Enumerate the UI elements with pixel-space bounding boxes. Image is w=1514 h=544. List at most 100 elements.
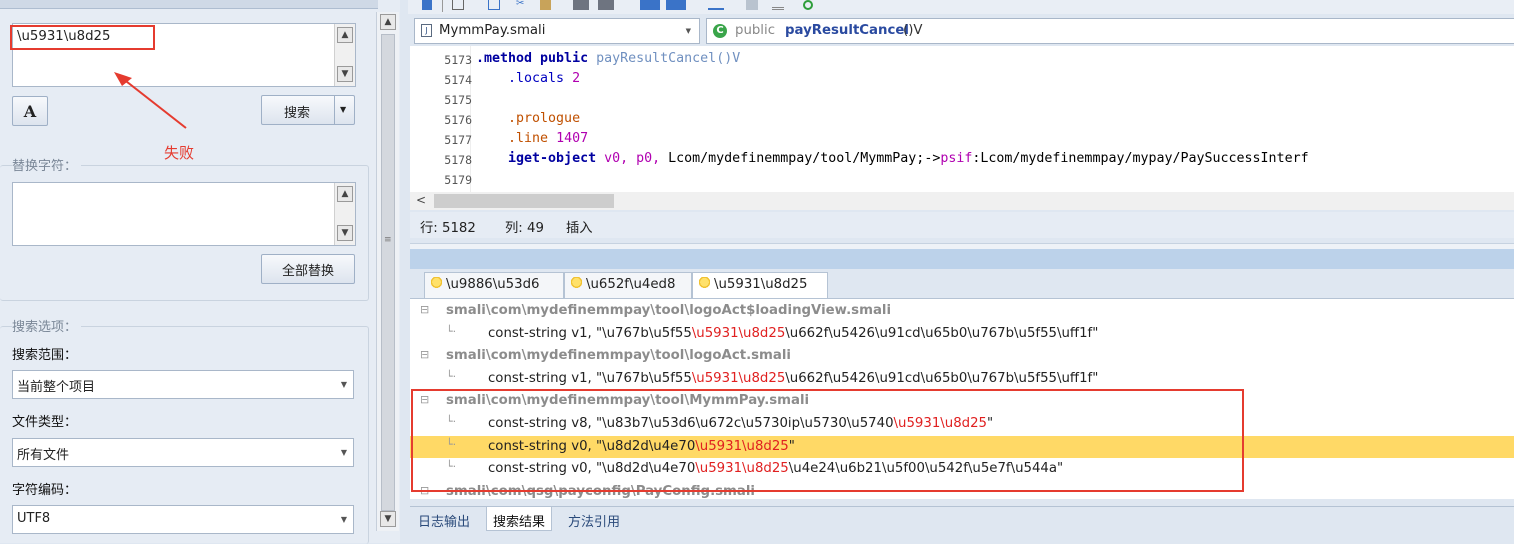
code-token: 1407 — [556, 131, 589, 146]
editor-hscrollbar[interactable]: < — [410, 192, 1514, 210]
context-text: \u662f\u5426\u91cd\u65b0\u767b\u5f55\uff… — [785, 370, 1099, 386]
code-token: .method public — [476, 51, 597, 66]
search-dropdown-icon[interactable]: ▼ — [340, 105, 346, 114]
file-icon: J — [421, 24, 432, 37]
code-token: :Lcom/mydefinemmpay/mypay/PaySuccessInte… — [972, 151, 1309, 166]
code-line: iget-object v0, p0, Lcom/mydefinemmpay/t… — [476, 151, 1309, 166]
highlight-box — [10, 25, 155, 50]
result-file-node[interactable]: ⊟ smali\com\mydefinemmpay\tool\logoAct$lo… — [410, 300, 1514, 322]
method-signature: ()V — [903, 23, 923, 38]
collapse-icon[interactable]: ⊟ — [420, 303, 429, 316]
scroll-left-icon[interactable]: < — [416, 193, 426, 207]
result-file-path: smali\com\mydefinemmpay\tool\logoAct$loa… — [446, 303, 892, 318]
result-file-node[interactable]: ⊟ smali\com\mydefinemmpay\tool\logoAct.sm… — [410, 345, 1514, 367]
context-text: const-string v1, "\u767b\u5f55 — [488, 325, 692, 341]
scope-select[interactable]: 当前整个项目 ▼ — [12, 370, 354, 399]
result-tab-2[interactable]: \u652f\u4ed8 — [564, 272, 692, 298]
search-panel: \u5931\u8d25 ▲ ▼ 失败 A 搜索 ▼ 替换字符： ▲ ▼ 全部替… — [0, 0, 400, 544]
undo-icon[interactable] — [573, 0, 589, 10]
font-icon[interactable]: A — [12, 96, 48, 126]
chevron-down-icon: ▼ — [340, 515, 347, 524]
back-icon[interactable] — [640, 0, 660, 10]
method-select[interactable]: C public payResultCancel ()V — [706, 18, 1514, 44]
result-hit-row[interactable]: └· const-string v1, "\u767b\u5f55\u5931\u… — [410, 323, 1514, 345]
tree-connector: └· — [446, 324, 457, 338]
method-modifier: public — [735, 23, 776, 38]
search-button[interactable]: 搜索 ▼ — [261, 95, 355, 125]
match-text: \u5931\u8d25 — [691, 325, 786, 341]
code-token: 2 — [572, 71, 581, 86]
tab-search-results[interactable]: 搜索结果 — [486, 507, 553, 531]
scroll-thumb[interactable]: ≡ — [381, 34, 395, 511]
results-header — [410, 249, 1514, 269]
scroll-up-icon[interactable]: ▲ — [337, 186, 353, 202]
replace-group-label: 替换字符： — [12, 155, 82, 174]
code-token: ()V — [716, 51, 741, 66]
encoding-select-value: UTF8 — [17, 511, 51, 526]
scope-select-value: 当前整个项目 — [17, 380, 96, 395]
result-tab-3[interactable]: \u5931\u8d25 — [692, 272, 828, 298]
result-hit-row[interactable]: └· const-string v1, "\u767b\u5f55\u5931\u… — [410, 368, 1514, 390]
code-line: .line 1407 — [476, 131, 588, 146]
status-col: 列: 49 — [505, 221, 544, 236]
tab-method-refs[interactable]: 方法引用 — [562, 507, 626, 531]
scroll-thumb[interactable] — [434, 194, 614, 208]
collapse-icon[interactable]: ⊟ — [420, 348, 429, 361]
replace-all-button[interactable]: 全部替换 — [261, 254, 355, 284]
scroll-down-icon[interactable]: ▼ — [380, 511, 396, 527]
paste-icon[interactable] — [540, 0, 551, 10]
match-text: \u5931\u8d25 — [691, 370, 786, 386]
line-number: 5179 — [444, 173, 472, 187]
context-text: const-string v1, "\u767b\u5f55 — [488, 370, 692, 386]
cut-icon[interactable]: ✂ — [516, 0, 530, 10]
public-method-icon: C — [713, 24, 727, 38]
tab-log[interactable]: 日志输出 — [412, 507, 476, 531]
line-number: 5174 — [444, 73, 472, 87]
scroll-up-icon[interactable]: ▲ — [337, 27, 353, 43]
result-file-path: smali\com\mydefinemmpay\tool\logoAct.sma… — [446, 348, 791, 364]
toolbar: ✂ — [408, 0, 1514, 14]
scroll-down-icon[interactable]: ▼ — [337, 66, 353, 82]
encoding-select[interactable]: UTF8 ▼ — [12, 505, 354, 534]
scope-label: 搜索范围： — [12, 348, 78, 363]
code-token: Lcom/mydefinemmpay/tool/MymmPay;-> — [668, 151, 941, 166]
align-icon[interactable] — [772, 0, 784, 10]
status-row: 行: 5182 — [420, 221, 476, 236]
lightbulb-icon — [699, 277, 710, 290]
panel-scrollbar[interactable]: ▲ ≡ ▼ — [376, 12, 399, 531]
scroll-up-icon[interactable]: ▲ — [380, 14, 396, 30]
wrap-icon[interactable] — [708, 0, 724, 10]
replace-input[interactable]: ▲ ▼ — [12, 182, 356, 246]
format-icon[interactable] — [746, 0, 758, 10]
forward-icon[interactable] — [666, 0, 686, 10]
annotation-label: 失败 — [164, 144, 195, 162]
status-mode: 插入 — [566, 221, 593, 236]
line-number: 5176 — [444, 113, 472, 127]
code-token: .line — [476, 131, 557, 146]
search-button-label: 搜索 — [284, 106, 311, 121]
lightbulb-icon — [431, 277, 442, 290]
save-icon[interactable] — [422, 0, 432, 10]
scroll-down-icon[interactable]: ▼ — [337, 225, 353, 241]
panel-tab-strip — [0, 0, 378, 9]
file-select-value: MymmPay.smali — [439, 23, 546, 38]
file-select[interactable]: J MymmPay.smali ▼ — [414, 18, 700, 44]
encoding-label: 字符编码： — [12, 483, 78, 498]
lightbulb-icon — [571, 277, 582, 290]
print-icon[interactable] — [452, 0, 464, 10]
type-select[interactable]: 所有文件 ▼ — [12, 438, 354, 467]
copy-icon[interactable] — [488, 0, 500, 10]
options-group-label: 搜索选项： — [12, 316, 82, 335]
refresh-icon[interactable] — [803, 0, 813, 10]
highlight-box — [411, 389, 1244, 492]
line-number: 5178 — [444, 153, 472, 167]
result-tab-1[interactable]: \u9886\u53d6 — [424, 272, 564, 298]
line-number: 5175 — [444, 93, 472, 107]
code-token: payResultCancel — [596, 51, 717, 66]
line-number: 5173 — [444, 53, 472, 67]
type-select-value: 所有文件 — [17, 448, 70, 463]
code-editor[interactable]: 5173 .method public payResultCancel()V 517… — [410, 46, 1514, 192]
redo-icon[interactable] — [598, 0, 614, 10]
line-number: 5177 — [444, 133, 472, 147]
chevron-down-icon: ▼ — [685, 27, 691, 35]
